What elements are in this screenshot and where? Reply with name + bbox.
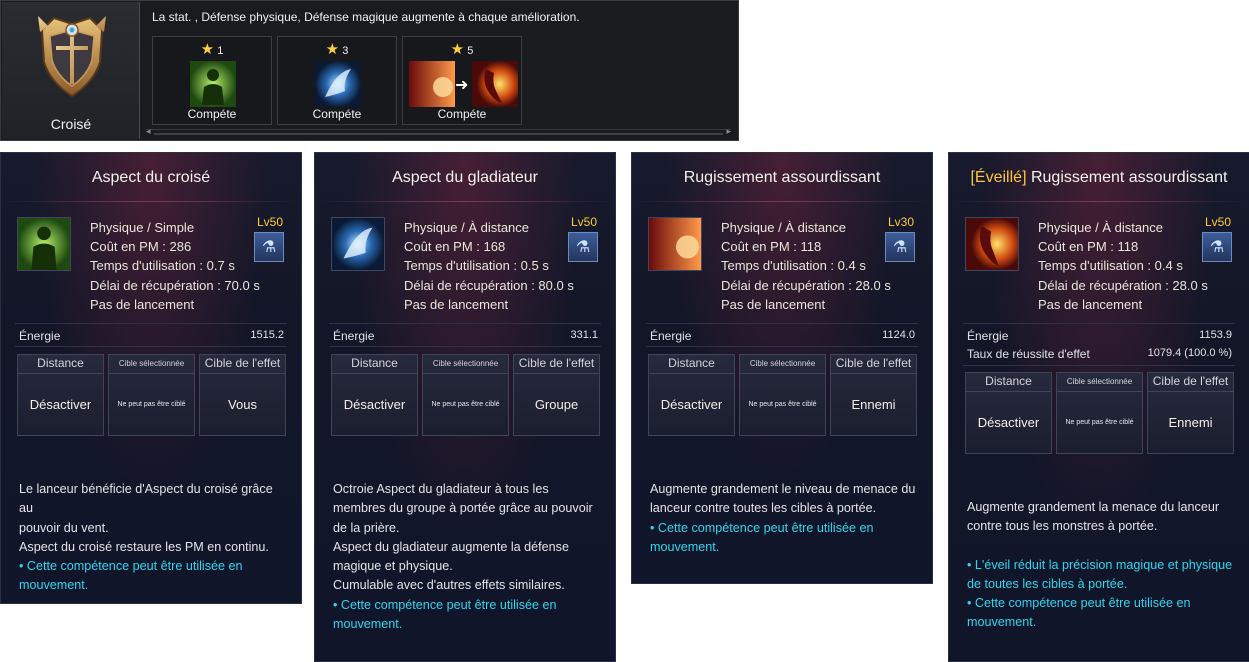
slot-label: Compéte: [437, 107, 487, 121]
distance-box: Distance Désactiver: [965, 372, 1052, 454]
slot-label: Compéte: [312, 107, 362, 121]
selected-target-box: Cible sélectionnée Ne peut pas être cibl…: [108, 354, 195, 436]
gladiator-aspect-skill-icon: [315, 61, 361, 107]
scroll-left-icon[interactable]: ◂: [146, 126, 151, 137]
skill-description: Augmente grandement la menace du lanceur…: [967, 498, 1237, 633]
class-upgrade-panel: Croisé La stat. , Défense physique, Défe…: [0, 0, 739, 141]
targeting-boxes: Distance Désactiver Cible sélectionnée N…: [17, 354, 289, 436]
effect-target-box: Cible de l'effet Groupe: [513, 354, 600, 436]
awakened-tag: [Éveillé]: [970, 169, 1027, 186]
divider: [646, 346, 918, 347]
targeting-boxes: Distance Désactiver Cible sélectionnée N…: [648, 354, 920, 436]
skill-title: Rugissement assourdissant: [683, 169, 881, 186]
horizontal-scrollbar[interactable]: ◂ ▸: [146, 126, 731, 138]
divider: [329, 323, 601, 324]
slot-label: Compéte: [187, 107, 237, 121]
deafening-roar-skill-icon: [648, 217, 702, 271]
divider: [963, 323, 1235, 324]
skill-description: Le lanceur bénéficie d'Aspect du croisé …: [19, 480, 289, 596]
crusader-aspect-skill-icon: [17, 217, 71, 271]
gladiator-aspect-skill-icon: [331, 217, 385, 271]
skill-level: Lv50: [256, 215, 283, 229]
star-icon: ★: [450, 41, 465, 58]
skill-title: Aspect du gladiateur: [392, 169, 538, 186]
effect-target-box: Cible de l'effet Ennemi: [830, 354, 917, 436]
selected-target-box: Cible sélectionnée Ne peut pas être cibl…: [422, 354, 509, 436]
class-name: Croisé: [50, 116, 92, 132]
skill-slot-1[interactable]: ★ 1 Compéte: [152, 36, 272, 125]
skill-level: Lv50: [1204, 215, 1231, 229]
arrow-icon: ➜: [455, 77, 469, 94]
effect-target-box: Cible de l'effet Ennemi: [1147, 372, 1234, 454]
skill-tooltip-crusader-aspect: Aspect du croisé Physique / Simple Coût …: [0, 152, 302, 604]
divider: [15, 323, 287, 324]
skill-slot-2[interactable]: ★ 3 Compéte: [277, 36, 397, 125]
star-rank: ★ 5: [450, 41, 474, 58]
awakening-note: • L'éveil réduit la précision magique et…: [967, 557, 1233, 572]
distance-box: Distance Désactiver: [648, 354, 735, 436]
skill-book-icon[interactable]: ⚗: [254, 232, 284, 262]
star-rank: ★ 1: [200, 41, 224, 58]
divider: [646, 323, 918, 324]
star-rank: ★ 3: [325, 41, 349, 58]
star-icon: ★: [325, 41, 340, 58]
skill-stats: Physique / Simple Coût en PM : 286 Temps…: [90, 220, 260, 312]
skill-tooltip-awakened-deafening-roar: [Éveillé] Rugissement assourdissant Phys…: [948, 152, 1249, 662]
skill-level: Lv50: [570, 215, 597, 229]
deafening-roar-skill-icon: [409, 61, 455, 107]
energy-row: Énergie 1515.2: [19, 329, 284, 343]
selected-target-box: Cible sélectionnée Ne peut pas être cibl…: [739, 354, 826, 436]
skill-book-icon[interactable]: ⚗: [1202, 232, 1232, 262]
skill-stats: Physique / À distance Coût en PM : 118 T…: [1038, 220, 1208, 312]
skill-book-icon[interactable]: ⚗: [885, 232, 915, 262]
usage-note: • Cette compétence peut être utilisée en: [333, 597, 557, 612]
energy-row: Énergie 1124.0: [650, 329, 915, 343]
divider: [1, 201, 301, 202]
awakened-deafening-roar-skill-icon: [965, 217, 1019, 271]
targeting-boxes: Distance Désactiver Cible sélectionnée N…: [965, 372, 1237, 454]
skill-description: Octroie Aspect du gladiateur à tous les …: [333, 480, 603, 634]
skill-book-icon[interactable]: ⚗: [568, 232, 598, 262]
skill-slot-3[interactable]: ★ 5 ➜ Compéte: [402, 36, 522, 125]
skill-level: Lv30: [887, 215, 914, 229]
divider: [315, 201, 615, 202]
skill-description: Augmente grandement le niveau de menace …: [650, 480, 920, 557]
skill-tooltip-gladiator-aspect: Aspect du gladiateur Physique / À distan…: [314, 152, 616, 662]
distance-box: Distance Désactiver: [17, 354, 104, 436]
usage-note: • Cette compétence peut être utilisée en: [967, 596, 1191, 611]
crusader-crest-icon: [38, 16, 106, 98]
skill-stats: Physique / À distance Coût en PM : 168 T…: [404, 220, 574, 312]
effect-target-box: Cible de l'effet Vous: [199, 354, 286, 436]
effect-success-row: Taux de réussite d'effet 1079.4 (100.0 %…: [967, 347, 1232, 361]
crusader-aspect-skill-icon: [190, 61, 236, 107]
skill-stats: Physique / À distance Coût en PM : 118 T…: [721, 220, 891, 312]
usage-note: • Cette compétence peut être utilisée en: [650, 520, 874, 535]
scroll-track[interactable]: [154, 133, 723, 135]
divider: [329, 346, 601, 347]
divider: [949, 201, 1249, 202]
usage-note: • Cette compétence peut être utilisée en: [19, 559, 243, 574]
skill-title: [Éveillé] Rugissement assourdissant: [970, 169, 1228, 186]
selected-target-box: Cible sélectionnée Ne peut pas être cibl…: [1056, 372, 1143, 454]
divider: [15, 346, 287, 347]
divider: [963, 365, 1235, 366]
class-badge[interactable]: Croisé: [2, 2, 140, 139]
targeting-boxes: Distance Désactiver Cible sélectionnée N…: [331, 354, 603, 436]
scroll-right-icon[interactable]: ▸: [726, 126, 731, 137]
star-icon: ★: [200, 41, 215, 58]
energy-row: Énergie 1153.9: [967, 329, 1232, 343]
distance-box: Distance Désactiver: [331, 354, 418, 436]
energy-row: Énergie 331.1: [333, 329, 598, 343]
divider: [632, 201, 932, 202]
awakened-deafening-roar-skill-icon: [472, 61, 518, 107]
skill-title: Aspect du croisé: [91, 169, 211, 186]
upgrade-description: La stat. , Défense physique, Défense mag…: [152, 10, 580, 24]
skill-tooltip-deafening-roar: Rugissement assourdissant Physique / À d…: [631, 152, 933, 584]
